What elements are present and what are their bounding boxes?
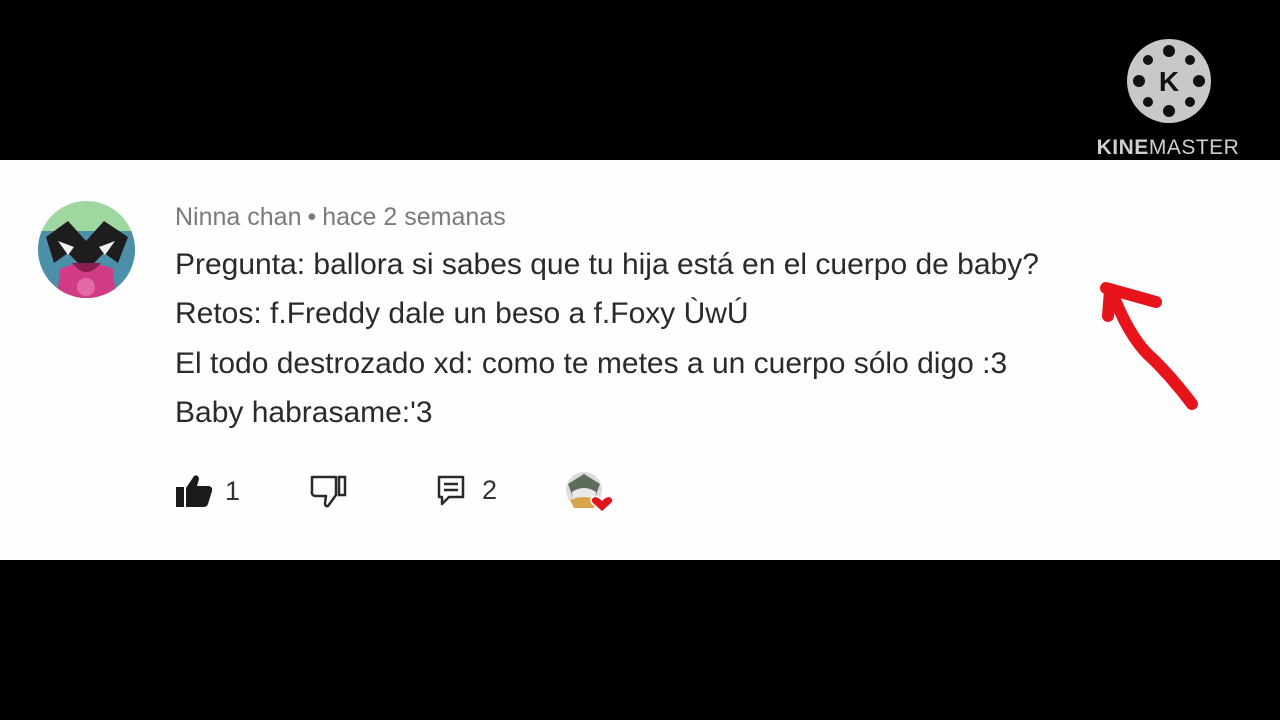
comment-line: Baby habrasame:'3 [175, 396, 433, 429]
kinemaster-watermark: K KINEMASTER [1092, 36, 1244, 162]
avatar[interactable] [38, 201, 135, 298]
watermark-text: KINEMASTER [1092, 136, 1244, 160]
like-button[interactable]: 1 [175, 474, 240, 508]
creator-heart-icon [566, 472, 614, 514]
thumbs-up-icon [176, 475, 213, 507]
kinemaster-logo-icon: K [1127, 39, 1211, 123]
like-count: 1 [225, 475, 241, 506]
logo-letter: K [1159, 66, 1179, 97]
dislike-button[interactable] [310, 474, 348, 508]
comment-timestamp[interactable]: hace 2 semanas [322, 203, 505, 231]
comment-line: El todo destrozado xd: como te metes a u… [175, 347, 1008, 380]
author-name[interactable]: Ninna chan [175, 203, 301, 231]
reply-icon [437, 475, 465, 506]
comment-line: Retos: f.Freddy dale un beso a f.Foxy Ùw… [175, 297, 749, 330]
comment-card: Ninna chan • hace 2 semanas Pregunta: ball… [0, 160, 1280, 560]
reply-count: 2 [482, 474, 498, 505]
watermark-brand-part2: MASTER [1148, 136, 1240, 159]
watermark-brand-part1: KINE [1096, 136, 1149, 159]
video-frame: K KINEMASTER Ninna chan • hace 2 semanas P… [0, 0, 1280, 720]
thumbs-down-icon [310, 475, 347, 508]
comment-line: Pregunta: ballora si sabes que tu hija e… [175, 248, 1039, 281]
meta-separator: • [307, 203, 317, 231]
comment-meta: Ninna chan • hace 2 semanas [175, 203, 506, 232]
reply-button[interactable]: 2 [436, 474, 497, 506]
